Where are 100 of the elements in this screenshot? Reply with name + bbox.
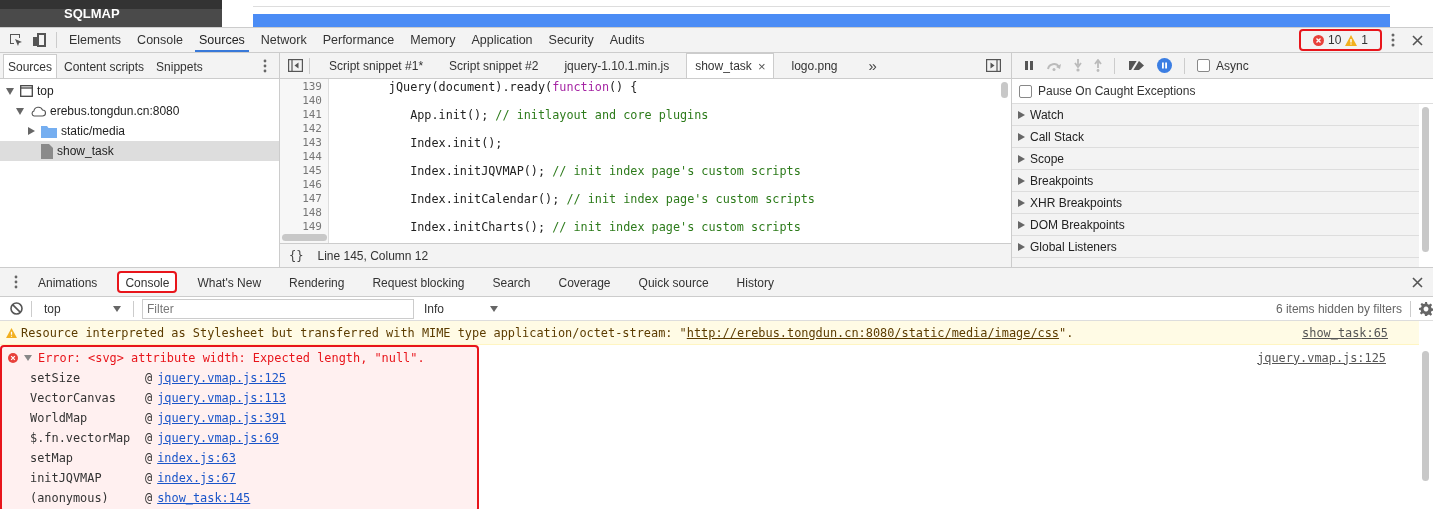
tree-item[interactable]: top: [0, 81, 279, 101]
stack-link[interactable]: jquery.vmap.js:125: [157, 371, 287, 385]
stack-function: VectorCanvas: [30, 391, 117, 405]
file-tab[interactable]: jquery-1.10.1.min.js: [555, 53, 679, 78]
pane-section-header[interactable]: Watch: [1012, 104, 1419, 126]
more-tabs-button[interactable]: »: [868, 57, 877, 74]
sidebar-toggle-icon[interactable]: [986, 59, 1001, 72]
panel-tab[interactable]: Audits: [605, 28, 649, 52]
navigator-tab[interactable]: Sources: [3, 53, 58, 78]
stack-link[interactable]: index.js:67: [157, 471, 236, 485]
panel-tab[interactable]: Security: [544, 28, 598, 52]
navigator-tab[interactable]: Snippets: [151, 53, 208, 78]
line-number: 140: [301, 94, 322, 108]
cursor-position: Line 145, Column 12: [317, 248, 429, 263]
drawer-tab[interactable]: Console: [117, 271, 178, 293]
stack-function: (anonymous): [30, 491, 110, 505]
clear-console-icon[interactable]: [10, 302, 23, 315]
async-checkbox[interactable]: Async: [1197, 58, 1249, 73]
sidebar-toggle-icon[interactable]: [288, 59, 303, 72]
stack-function: WorldMap: [30, 411, 89, 425]
drawer-tab[interactable]: What's New: [189, 271, 270, 293]
warning-icon: [6, 327, 17, 338]
code-line: App.init(); // initlayout and core plugins: [409, 108, 709, 122]
line-number: 142: [301, 122, 322, 136]
drawer-tab[interactable]: Animations: [30, 271, 106, 293]
scrollbar[interactable]: [1001, 82, 1008, 98]
level-dropdown[interactable]: Info: [420, 298, 502, 319]
file-tab[interactable]: show_task ×: [686, 53, 775, 78]
pane-section-header[interactable]: Breakpoints: [1012, 170, 1419, 192]
pane-section-header[interactable]: XHR Breakpoints: [1012, 192, 1419, 214]
more-icon[interactable]: [1390, 32, 1396, 48]
source-link[interactable]: show_task:65: [1302, 325, 1388, 340]
issue-counter[interactable]: 10 1: [1298, 29, 1382, 51]
line-number: 148: [301, 206, 322, 220]
device-icon[interactable]: [32, 32, 48, 48]
at-sign: @: [145, 471, 153, 485]
line-number: 143: [301, 136, 322, 150]
drawer-tab[interactable]: Request blocking: [364, 271, 473, 293]
drawer-tab[interactable]: Rendering: [281, 271, 353, 293]
tree-item[interactable]: show_task: [0, 141, 279, 161]
stack-link[interactable]: show_task:145: [157, 491, 251, 505]
drawer-tab[interactable]: Coverage: [550, 271, 619, 293]
close-tab-button[interactable]: ×: [757, 54, 766, 78]
drawer-tab[interactable]: Quick source: [630, 271, 717, 293]
warning-message: Resource interpreted as Stylesheet but transferred with MIME type application/octet-stream: "http://erebus.tongdun.cn:8080/static/media/image/css".: [21, 325, 1074, 340]
at-sign: @: [145, 451, 153, 465]
scrollbar[interactable]: [282, 234, 327, 241]
source-link[interactable]: jquery.vmap.js:125: [1257, 350, 1386, 365]
drawer-tab[interactable]: Search: [484, 271, 539, 293]
code-line: Index.initCharts(); // init index page's custom scripts: [409, 220, 801, 234]
scrollbar[interactable]: [1422, 107, 1429, 252]
warning-icon: [1345, 34, 1358, 46]
more-icon[interactable]: [263, 58, 267, 73]
pane-section-header[interactable]: Call Stack: [1012, 126, 1419, 148]
panel-tab[interactable]: Performance: [318, 28, 399, 52]
file-tab[interactable]: Script snippet #2: [440, 53, 548, 78]
stack-link[interactable]: index.js:63: [157, 451, 236, 465]
panel-tab[interactable]: Elements: [65, 28, 126, 52]
filter-field[interactable]: Filter: [142, 298, 414, 319]
format-button[interactable]: {}: [289, 248, 304, 263]
code-line: Index.init();: [409, 136, 503, 150]
close-icon[interactable]: [1412, 34, 1423, 46]
more-icon[interactable]: [14, 275, 18, 289]
navigator-tab[interactable]: Content scripts: [59, 53, 150, 78]
pause-icon[interactable]: [1024, 60, 1034, 71]
cloud-icon: [30, 105, 46, 117]
context-dropdown[interactable]: top: [40, 298, 125, 319]
pane-section-header[interactable]: Global Listeners: [1012, 236, 1419, 258]
at-sign: @: [145, 491, 153, 505]
pause-caught-checkbox[interactable]: Pause On Caught Exceptions: [1019, 84, 1196, 98]
pane-section-header[interactable]: DOM Breakpoints: [1012, 214, 1419, 236]
scrollbar[interactable]: [1422, 351, 1429, 481]
pane-section-header[interactable]: Scope: [1012, 148, 1419, 170]
panel-tab[interactable]: Application: [467, 28, 537, 52]
inspect-icon[interactable]: [8, 32, 24, 48]
close-icon[interactable]: [1412, 276, 1423, 288]
stack-link[interactable]: jquery.vmap.js:391: [157, 411, 287, 425]
panel-tab[interactable]: Console: [133, 28, 187, 52]
stack-function: initJQVMAP: [30, 471, 103, 485]
tree-item[interactable]: erebus.tongdun.cn:8080: [0, 101, 279, 121]
panel-tab[interactable]: Memory: [406, 28, 460, 52]
stack-function: $.fn.vectorMap: [30, 431, 132, 445]
url-link[interactable]: http://erebus.tongdun.cn:8080/static/media/image/css: [686, 325, 1060, 340]
file-tab[interactable]: Script snippet #1*: [320, 53, 433, 78]
at-sign: @: [145, 411, 153, 425]
pause-exceptions-icon[interactable]: [1157, 58, 1172, 73]
settings-icon[interactable]: [1419, 301, 1433, 316]
hidden-items-note: 6 items hidden by filters: [1275, 301, 1402, 316]
code-line: jQuery(document).ready(function() {: [387, 80, 638, 94]
stack-function: setSize: [30, 371, 82, 385]
expand-icon[interactable]: [24, 354, 32, 361]
brand-name: SQLMAP: [64, 6, 120, 21]
at-sign: @: [145, 431, 153, 445]
drawer-tab[interactable]: History: [728, 271, 782, 293]
panel-tab[interactable]: Network: [256, 28, 311, 52]
file-tab[interactable]: logo.png: [782, 53, 847, 78]
stack-link[interactable]: jquery.vmap.js:113: [157, 391, 287, 405]
line-number: 147: [301, 192, 322, 206]
deactivate-breakpoints-icon[interactable]: [1127, 59, 1145, 72]
stack-link[interactable]: jquery.vmap.js:69: [157, 431, 279, 445]
